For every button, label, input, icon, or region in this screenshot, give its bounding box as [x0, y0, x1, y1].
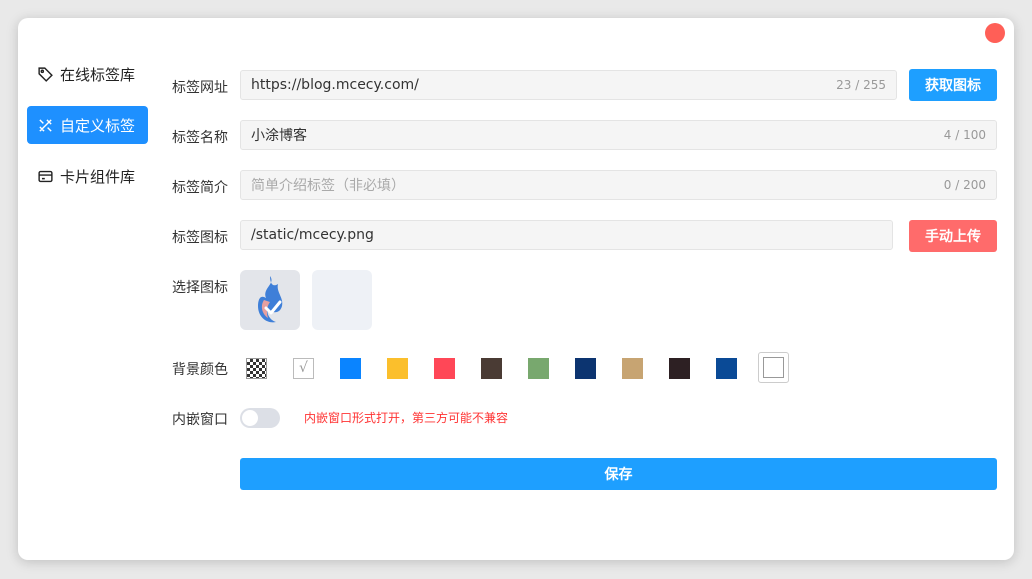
desc-placeholder: 简单介绍标签（非必填） — [251, 178, 405, 194]
card-icon — [38, 170, 53, 182]
swatch-navy[interactable] — [575, 358, 596, 379]
name-value: 小涂博客 — [251, 128, 307, 144]
swatch-brown[interactable] — [481, 358, 502, 379]
swatch-yellow[interactable] — [387, 358, 408, 379]
sidebar-item-custom-tags[interactable]: 自定义标签 — [27, 106, 148, 144]
fetch-icon-button[interactable]: 获取图标 — [909, 69, 997, 101]
swatch-blue[interactable] — [340, 358, 361, 379]
icon-option-empty[interactable] — [312, 270, 372, 330]
sidebar-item-label: 在线标签库 — [60, 65, 136, 84]
close-button[interactable] — [985, 23, 1005, 43]
embed-hint: 内嵌窗口形式打开，第三方可能不兼容 — [304, 411, 509, 425]
sidebar-item-label: 自定义标签 — [60, 116, 136, 135]
swatch-dark[interactable] — [669, 358, 690, 379]
icon-path-value: /static/mcecy.png — [251, 227, 374, 243]
url-value: https://blog.mcecy.com/ — [251, 77, 419, 93]
desc-field[interactable]: 简单介绍标签（非必填） 0 / 200 — [240, 170, 997, 200]
name-field[interactable]: 小涂博客 4 / 100 — [240, 120, 997, 150]
sidebar-item-online-tags[interactable]: 在线标签库 — [27, 55, 148, 93]
bg-color-label: 背景颜色 — [172, 362, 228, 378]
name-label: 标签名称 — [172, 130, 228, 146]
sidebar: 在线标签库 自定义标签 卡片组件库 — [27, 55, 148, 208]
url-count: 23 / 255 — [836, 78, 886, 92]
settings-window: 在线标签库 自定义标签 卡片组件库 标签网址 https://blog.mcec… — [18, 18, 1014, 560]
swatch-red[interactable] — [434, 358, 455, 379]
swatch-white-selected[interactable] — [758, 352, 789, 383]
swatch-green[interactable] — [528, 358, 549, 379]
url-field[interactable]: https://blog.mcecy.com/ 23 / 255 — [240, 70, 897, 100]
save-button[interactable]: 保存 — [240, 458, 997, 490]
toggle-knob — [242, 410, 258, 426]
swatch-white-inner — [763, 357, 784, 378]
desc-label: 标签简介 — [172, 180, 228, 196]
name-count: 4 / 100 — [943, 128, 986, 142]
desc-count: 0 / 200 — [943, 178, 986, 192]
url-label: 标签网址 — [172, 80, 228, 96]
select-icon-label: 选择图标 — [172, 280, 228, 296]
icon-label: 标签图标 — [172, 230, 228, 246]
icon-option-fetched[interactable] — [240, 270, 300, 330]
flame-logo-icon — [258, 276, 283, 323]
sidebar-item-card-components[interactable]: 卡片组件库 — [27, 157, 148, 195]
swatch-deep-blue[interactable] — [716, 358, 737, 379]
sidebar-item-label: 卡片组件库 — [60, 167, 136, 186]
icon-path-field[interactable]: /static/mcecy.png — [240, 220, 893, 250]
embed-label: 内嵌窗口 — [172, 412, 228, 428]
tag-icon — [38, 66, 53, 82]
embed-toggle[interactable] — [240, 408, 280, 428]
swatch-tan[interactable] — [622, 358, 643, 379]
tools-icon — [39, 118, 52, 132]
upload-button[interactable]: 手动上传 — [909, 220, 997, 252]
swatch-auto[interactable]: √ — [293, 358, 314, 379]
swatch-transparent[interactable] — [246, 358, 267, 379]
